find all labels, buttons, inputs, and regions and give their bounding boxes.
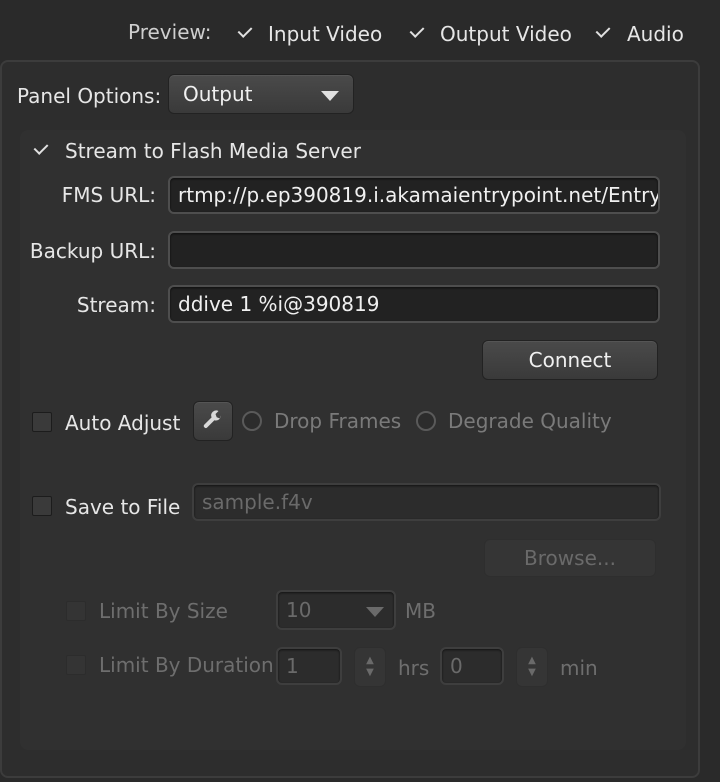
input-video-label[interactable]: Input Video xyxy=(268,22,382,46)
chevron-down-icon xyxy=(321,91,339,101)
save-filename-input[interactable]: sample.f4v xyxy=(192,483,661,521)
limit-by-duration-label[interactable]: Limit By Duration xyxy=(99,653,274,677)
wrench-button[interactable] xyxy=(193,401,233,441)
panel-options-label: Panel Options: xyxy=(17,84,162,108)
stepper-down-icon: ▼ xyxy=(366,667,374,678)
output-video-label[interactable]: Output Video xyxy=(440,22,572,46)
duration-hours-input[interactable]: 1 xyxy=(276,647,342,685)
fms-url-input[interactable]: rtmp://p.ep390819.i.akamaientrypoint.net… xyxy=(168,176,660,214)
duration-minutes-input[interactable]: 0 xyxy=(440,647,504,685)
audio-label[interactable]: Audio xyxy=(627,22,684,46)
limit-size-value: 10 xyxy=(286,598,312,622)
fms-url-label: FMS URL: xyxy=(61,183,156,207)
auto-adjust-checkbox[interactable] xyxy=(32,412,52,432)
panel-options-dropdown[interactable]: Output xyxy=(168,74,354,114)
stepper-up-icon: ▲ xyxy=(366,655,374,666)
backup-url-input[interactable] xyxy=(168,231,660,269)
hours-unit: hrs xyxy=(398,656,430,680)
save-to-file-checkbox[interactable] xyxy=(32,496,52,516)
limit-by-duration-checkbox[interactable] xyxy=(66,655,86,675)
stepper-up-icon: ▲ xyxy=(528,655,536,666)
save-to-file-label[interactable]: Save to File xyxy=(65,495,180,519)
minutes-stepper[interactable]: ▲ ▼ xyxy=(516,647,548,687)
limit-size-dropdown[interactable]: 10 xyxy=(276,590,396,630)
stream-to-fms-checkbox[interactable] xyxy=(32,140,52,160)
stream-name-input[interactable]: ddive 1 %i@390819 xyxy=(168,285,660,323)
stream-name-label: Stream: xyxy=(76,293,156,317)
stepper-down-icon: ▼ xyxy=(528,667,536,678)
stream-to-fms-label[interactable]: Stream to Flash Media Server xyxy=(65,139,361,163)
degrade-quality-label[interactable]: Degrade Quality xyxy=(448,409,612,433)
wrench-icon xyxy=(203,410,221,428)
limit-size-unit: MB xyxy=(405,599,436,623)
output-video-checkbox[interactable] xyxy=(408,23,428,43)
drop-frames-label[interactable]: Drop Frames xyxy=(274,409,401,433)
panel-options-value: Output xyxy=(183,82,253,106)
minutes-unit: min xyxy=(560,656,598,680)
limit-by-size-label[interactable]: Limit By Size xyxy=(99,599,228,623)
input-video-checkbox[interactable] xyxy=(236,23,256,43)
limit-by-size-checkbox[interactable] xyxy=(66,601,86,621)
chevron-down-icon xyxy=(366,607,384,617)
hours-stepper[interactable]: ▲ ▼ xyxy=(354,647,386,687)
degrade-quality-radio[interactable] xyxy=(416,411,436,431)
backup-url-label: Backup URL: xyxy=(29,239,156,263)
drop-frames-radio[interactable] xyxy=(242,411,262,431)
connect-button[interactable]: Connect xyxy=(482,340,658,380)
preview-label: Preview: xyxy=(128,20,212,44)
audio-checkbox[interactable] xyxy=(594,23,614,43)
auto-adjust-label[interactable]: Auto Adjust xyxy=(65,411,180,435)
browse-button[interactable]: Browse... xyxy=(484,539,656,577)
